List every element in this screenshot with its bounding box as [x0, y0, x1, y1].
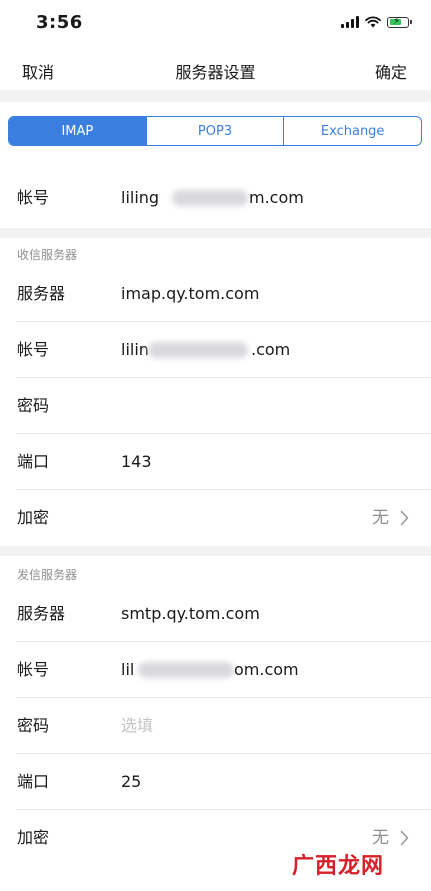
account-row[interactable]: 帐号 liling m.com [0, 170, 431, 226]
protocol-segmented-control: IMAP POP3 Exchange [8, 116, 422, 146]
section-divider [0, 546, 431, 556]
page-title: 服务器设置 [175, 63, 256, 82]
cancel-button[interactable]: 取消 [22, 59, 54, 83]
outgoing-password-label: 密码 [17, 716, 50, 735]
incoming-encryption-label: 加密 [17, 508, 50, 527]
redacted-blur [148, 342, 248, 358]
outgoing-port-label: 端口 [17, 772, 50, 791]
group-divider [0, 90, 431, 102]
status-bar: 3:56 ⚡ [0, 0, 431, 46]
outgoing-account-value-end: om.com [234, 660, 299, 679]
outgoing-server-value[interactable]: smtp.qy.tom.com [121, 586, 260, 642]
outgoing-section-header: 发信服务器 [0, 558, 431, 588]
status-icons: ⚡ [341, 16, 412, 28]
outgoing-header-text: 发信服务器 [17, 568, 78, 582]
incoming-server-label: 服务器 [17, 284, 66, 303]
incoming-server-value[interactable]: imap.qy.tom.com [121, 266, 259, 322]
incoming-port-row[interactable]: 端口 143 [0, 434, 431, 490]
incoming-account-value-start: lilin [121, 340, 149, 359]
status-time: 3:56 [36, 12, 83, 33]
outgoing-encryption-label: 加密 [17, 828, 50, 847]
chevron-right-icon [400, 830, 409, 846]
account-value-start: liling [121, 188, 160, 207]
tab-pop3[interactable]: POP3 [145, 117, 284, 145]
incoming-header-text: 收信服务器 [17, 248, 78, 262]
cellular-signal-icon [341, 16, 359, 28]
outgoing-account-row[interactable]: 帐号 lil om.com [0, 642, 431, 698]
outgoing-port-value[interactable]: 25 [121, 754, 141, 810]
tab-imap[interactable]: IMAP [9, 117, 146, 145]
incoming-port-label: 端口 [17, 452, 50, 471]
outgoing-password-input[interactable]: 选填 [121, 698, 153, 754]
tab-exchange[interactable]: Exchange [283, 117, 421, 145]
incoming-encryption-row[interactable]: 加密 无 [0, 490, 431, 546]
outgoing-server-label: 服务器 [17, 604, 66, 623]
incoming-port-value[interactable]: 143 [121, 434, 152, 490]
outgoing-server-row[interactable]: 服务器 smtp.qy.tom.com [0, 586, 431, 642]
chevron-right-icon [400, 510, 409, 526]
wifi-icon [365, 16, 381, 28]
battery-icon: ⚡ [387, 16, 412, 28]
section-divider [0, 228, 431, 238]
outgoing-account-label: 帐号 [17, 660, 50, 679]
incoming-account-value-end: .com [251, 340, 291, 359]
account-value-end: m.com [249, 188, 304, 207]
navigation-bar: 取消 服务器设置 确定 [0, 46, 431, 90]
incoming-password-label: 密码 [17, 396, 50, 415]
account-label: 帐号 [17, 188, 50, 207]
incoming-section-header: 收信服务器 [0, 238, 431, 268]
incoming-account-row[interactable]: 帐号 lilin .com [0, 322, 431, 378]
redacted-blur [138, 662, 234, 678]
redacted-blur [172, 190, 248, 206]
incoming-account-label: 帐号 [17, 340, 50, 359]
incoming-password-row[interactable]: 密码 [0, 378, 431, 434]
confirm-button[interactable]: 确定 [375, 59, 407, 83]
watermark-logo: 广西龙网 [292, 854, 385, 879]
incoming-encryption-value: 无 [372, 508, 389, 528]
outgoing-account-value-start: lil [121, 660, 135, 679]
outgoing-password-row[interactable]: 密码 选填 [0, 698, 431, 754]
outgoing-port-row[interactable]: 端口 25 [0, 754, 431, 810]
incoming-server-row[interactable]: 服务器 imap.qy.tom.com [0, 266, 431, 322]
